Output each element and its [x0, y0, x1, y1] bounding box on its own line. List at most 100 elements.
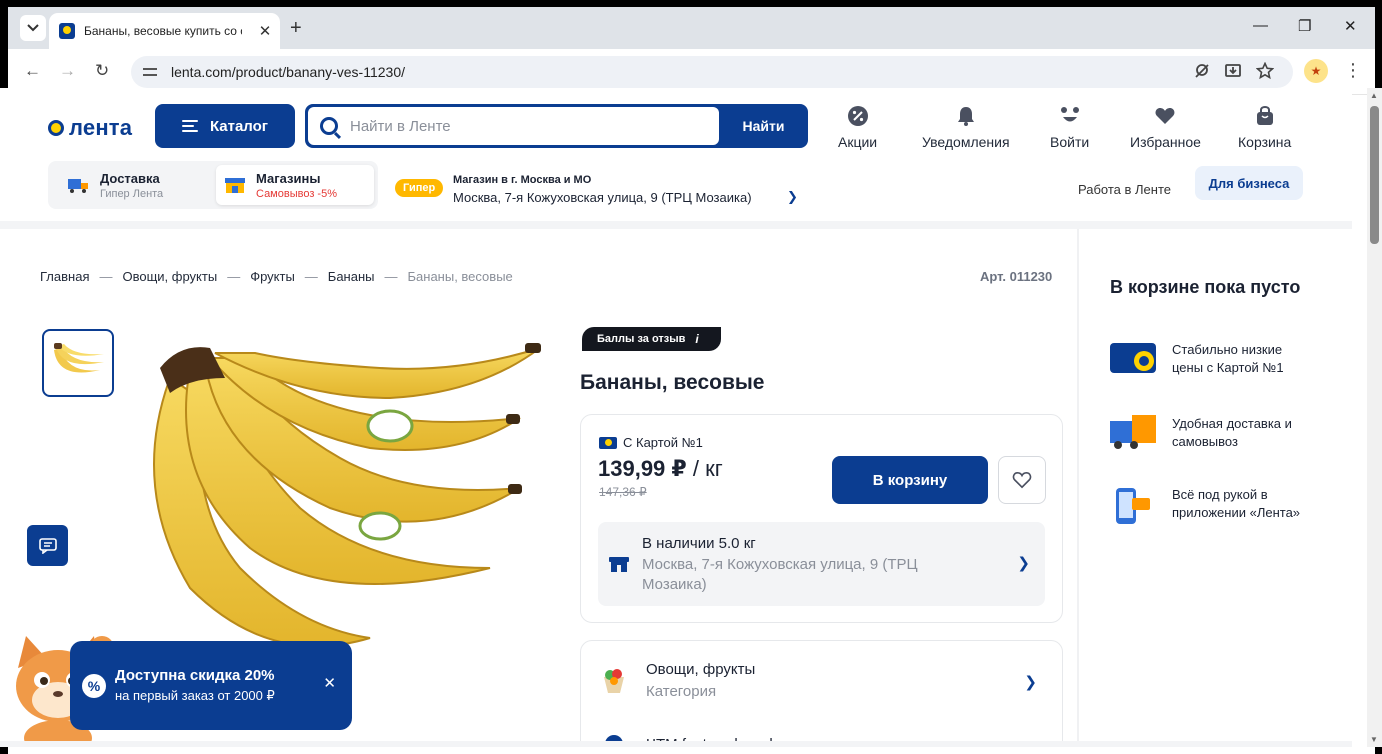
vegetables-icon — [599, 666, 629, 696]
tab-strip: Бананы, весовые купить со ск ✕ + — ❐ ✕ — [8, 7, 1375, 49]
heart-icon — [1154, 105, 1176, 127]
stores-mode-option[interactable]: Магазины Самовывоз -5% — [216, 165, 374, 205]
stock-title: В наличии 5.0 кг — [642, 535, 756, 552]
favorites-link[interactable]: Избранное — [1130, 105, 1201, 150]
loyalty-card-icon — [599, 436, 617, 449]
search-form: Найти — [305, 104, 808, 148]
delivery-truck-icon — [68, 176, 90, 194]
page-scrollbar[interactable]: ▲ ▼ — [1367, 88, 1382, 747]
store-icon — [224, 176, 246, 194]
new-tab-button[interactable]: + — [290, 17, 302, 40]
lenta-page: лента Каталог Найти Акции Уведомления Во… — [0, 88, 1352, 747]
benefit-text: Удобная доставка и самовывоз — [1172, 416, 1292, 449]
promotions-label: Акции — [838, 134, 878, 150]
logo-text: лента — [69, 115, 133, 140]
back-button[interactable]: ← — [24, 61, 41, 81]
breadcrumb: Главная — Овощи, фрукты — Фрукты — Банан… — [40, 269, 513, 284]
chat-button[interactable] — [27, 525, 68, 566]
lenta-logo[interactable]: лента — [48, 115, 132, 141]
loyalty-card-text: С Картой №1 — [623, 435, 703, 450]
stores-title: Магазины — [256, 170, 321, 186]
cart-label: Корзина — [1238, 134, 1292, 150]
tab-search-button[interactable] — [20, 15, 46, 41]
breadcrumb-item[interactable]: Овощи, фрукты — [122, 269, 217, 284]
store-address[interactable]: Москва, 7-я Кожуховская улица, 9 (ТРЦ Мо… — [453, 190, 752, 205]
bell-icon — [955, 105, 977, 127]
business-button[interactable]: Для бизнеса — [1195, 166, 1303, 200]
catalog-button[interactable]: Каталог — [155, 104, 295, 148]
catalog-label: Каталог — [209, 117, 269, 135]
breadcrumb-item[interactable]: Бананы — [328, 269, 375, 284]
benefit-item: Удобная доставка и самовывоз — [1110, 415, 1312, 455]
menu-icon — [181, 120, 198, 132]
browser-menu-icon[interactable]: ⋮ — [1344, 60, 1362, 81]
product-image — [130, 338, 550, 668]
minimize-button[interactable]: — — [1253, 17, 1268, 34]
face-icon — [1059, 105, 1081, 127]
cart-link[interactable]: Корзина — [1238, 105, 1291, 150]
notifications-link[interactable]: Уведомления — [922, 105, 1010, 150]
bookmark-star-icon[interactable] — [1256, 62, 1274, 80]
tab-close-icon[interactable]: ✕ — [256, 22, 274, 40]
close-icon[interactable]: ✕ — [323, 674, 336, 692]
promotions-link[interactable]: Акции — [838, 105, 877, 150]
install-app-icon[interactable] — [1224, 62, 1242, 80]
search-button[interactable]: Найти — [719, 104, 808, 148]
delivery-subtitle: Гипер Лента — [100, 187, 164, 200]
category-title: Овощи, фрукты — [646, 661, 756, 678]
breadcrumb-separator: — — [304, 269, 318, 284]
reload-button[interactable]: ↻ — [95, 61, 109, 81]
add-to-favorites-button[interactable] — [998, 456, 1046, 504]
stock-address: Москва, 7-я Кожуховская улица, 9 (ТРЦ Мо… — [642, 556, 918, 593]
price-card: С Картой №1 139,99 ₽ / кг 147,36 ₽ В кор… — [580, 414, 1063, 623]
reviews-points-badge[interactable]: Баллы за отзыв i — [582, 327, 721, 351]
chevron-right-icon[interactable]: ❯ — [787, 189, 798, 205]
banana-bunch-image — [153, 343, 541, 648]
breadcrumb-item[interactable]: Фрукты — [250, 269, 295, 284]
site-settings-icon[interactable] — [143, 65, 159, 79]
scroll-up-icon[interactable]: ▲ — [1370, 91, 1378, 100]
forward-button[interactable]: → — [59, 61, 76, 81]
scrollbar-thumb[interactable] — [1370, 106, 1379, 244]
product-title: Бананы, весовые — [580, 371, 765, 394]
search-input[interactable] — [350, 117, 710, 135]
login-link[interactable]: Войти — [1050, 105, 1089, 150]
store-region[interactable]: Магазин в г. Москва и МО — [453, 174, 591, 186]
product-thumbnail[interactable] — [42, 329, 114, 397]
breadcrumb-item[interactable]: Главная — [40, 269, 89, 284]
chat-icon — [38, 537, 57, 554]
chevron-right-icon: ❯ — [1024, 674, 1037, 691]
breadcrumb-separator: — — [384, 269, 398, 284]
scroll-down-icon[interactable]: ▼ — [1370, 735, 1378, 744]
restore-button[interactable]: ❐ — [1298, 17, 1311, 35]
delivery-mode-option[interactable]: Доставка Гипер Лента — [60, 165, 210, 205]
store-icon — [609, 557, 629, 572]
chevron-down-icon — [27, 24, 39, 32]
close-window-button[interactable]: ✕ — [1344, 17, 1357, 35]
old-price: 147,36 ₽ — [599, 485, 647, 499]
search-icon — [320, 117, 338, 135]
bottom-strip — [0, 741, 1352, 747]
search-box[interactable] — [308, 107, 719, 145]
location-off-icon[interactable] — [1193, 62, 1211, 80]
promo-title: Доступна скидка 20% — [115, 667, 275, 684]
info-icon[interactable]: i — [695, 332, 698, 346]
profile-avatar[interactable]: ★ — [1304, 59, 1328, 83]
add-to-cart-button[interactable]: В корзину — [832, 456, 988, 504]
url-field[interactable]: lenta.com/product/banany-ves-11230/ — [131, 56, 1293, 88]
work-link[interactable]: Работа в Ленте — [1078, 182, 1171, 197]
loyalty-card-icon — [1110, 341, 1160, 381]
browser-tab[interactable]: Бананы, весовые купить со ск ✕ — [49, 13, 280, 49]
lenta-favicon-icon — [59, 23, 75, 39]
category-link[interactable]: Овощи, фрукты Категория ❯ — [599, 661, 1047, 700]
loyalty-card-label: С Картой №1 — [599, 435, 703, 450]
article-number: Арт. 011230 — [980, 269, 1053, 284]
percent-icon: % — [82, 674, 106, 698]
discount-promo-banner[interactable]: % Доступна скидка 20% на первый заказ от… — [70, 641, 352, 730]
mobile-app-icon — [1110, 486, 1160, 526]
chevron-right-icon: ❯ — [1017, 555, 1030, 572]
bag-icon — [1254, 105, 1276, 127]
url-text: lenta.com/product/banany-ves-11230/ — [171, 64, 405, 80]
stock-availability[interactable]: В наличии 5.0 кг Москва, 7-я Кожуховская… — [598, 522, 1045, 606]
lenta-logo-icon — [48, 120, 64, 136]
